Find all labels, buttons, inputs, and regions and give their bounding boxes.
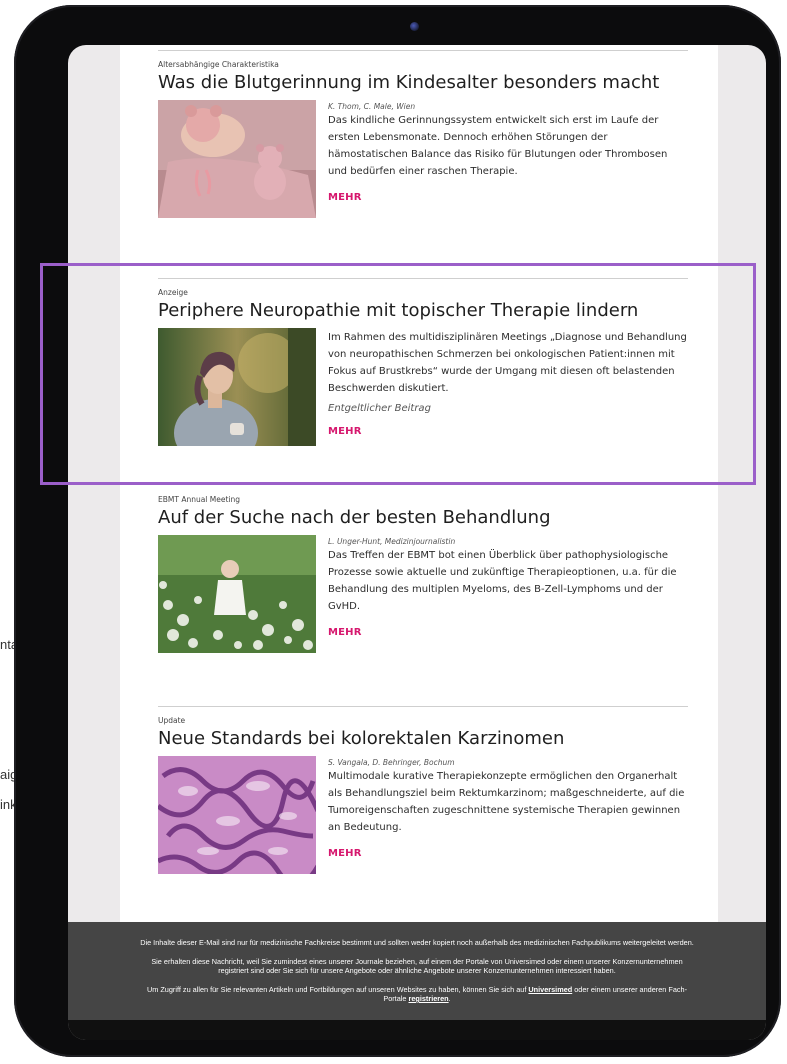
footer-register: Um Zugriff zu allen für Sie relevanten A… — [137, 985, 697, 1003]
article-headline[interactable]: Was die Blutgerinnung im Kindesalter bes… — [158, 72, 688, 94]
baby-photo[interactable] — [158, 100, 316, 218]
article-category: Altersabhängige Charakteristika — [158, 60, 279, 69]
article-blutgerinnung: Altersabhängige Charakteristika Was die … — [158, 50, 688, 218]
tablet-screen: Altersabhängige Charakteristika Was die … — [68, 45, 766, 1040]
more-link[interactable]: MEHR — [328, 192, 362, 203]
histology-photo[interactable] — [158, 756, 316, 874]
footer-register-text: . — [448, 994, 451, 1003]
article-teaser: Multimodale kurative Therapiekonzepte er… — [328, 771, 685, 833]
camera-icon — [410, 22, 419, 31]
screen-bezel-bottom — [68, 1020, 766, 1040]
more-link[interactable]: MEHR — [328, 627, 362, 638]
article-authors: S. Vangala, D. Behringer, Bochum — [328, 758, 455, 767]
newsletter-column: Altersabhängige Charakteristika Was die … — [120, 45, 718, 1040]
article-authors: L. Unger-Hunt, Medizinjournalistin — [328, 537, 456, 546]
article-teaser: Das Treffen der EBMT bot einen Überblick… — [328, 550, 677, 612]
footer-disclaimer: Die Inhalte dieser E-Mail sind nur für m… — [140, 938, 694, 947]
article-category: Update — [158, 716, 186, 725]
highlight-frame — [40, 263, 756, 485]
footer-register-text: Um Zugriff zu allen für Sie relevanten A… — [146, 985, 527, 994]
article-headline[interactable]: Neue Standards bei kolorektalen Karzinom… — [158, 728, 688, 750]
article-kolorektal: Update Neue Standards bei kolorektalen K… — [158, 706, 688, 874]
article-ebmt: EBMT Annual Meeting Auf der Suche nach d… — [158, 495, 688, 653]
register-link[interactable]: registrieren — [408, 994, 448, 1003]
article-headline[interactable]: Auf der Suche nach der besten Behandlung — [158, 507, 688, 529]
divider — [158, 50, 688, 51]
child-meadow-photo[interactable] — [158, 535, 316, 653]
footer-reason: Sie erhalten diese Nachricht, weil Sie z… — [151, 957, 683, 975]
divider — [158, 706, 688, 707]
tablet-frame: Altersabhängige Charakteristika Was die … — [14, 5, 781, 1057]
article-category: EBMT Annual Meeting — [158, 495, 241, 504]
article-teaser: Das kindliche Gerinnungssystem entwickel… — [328, 115, 668, 177]
universimed-link[interactable]: Universimed — [528, 985, 572, 994]
more-link[interactable]: MEHR — [328, 848, 362, 859]
article-authors: K. Thom, C. Male, Wien — [328, 102, 416, 111]
